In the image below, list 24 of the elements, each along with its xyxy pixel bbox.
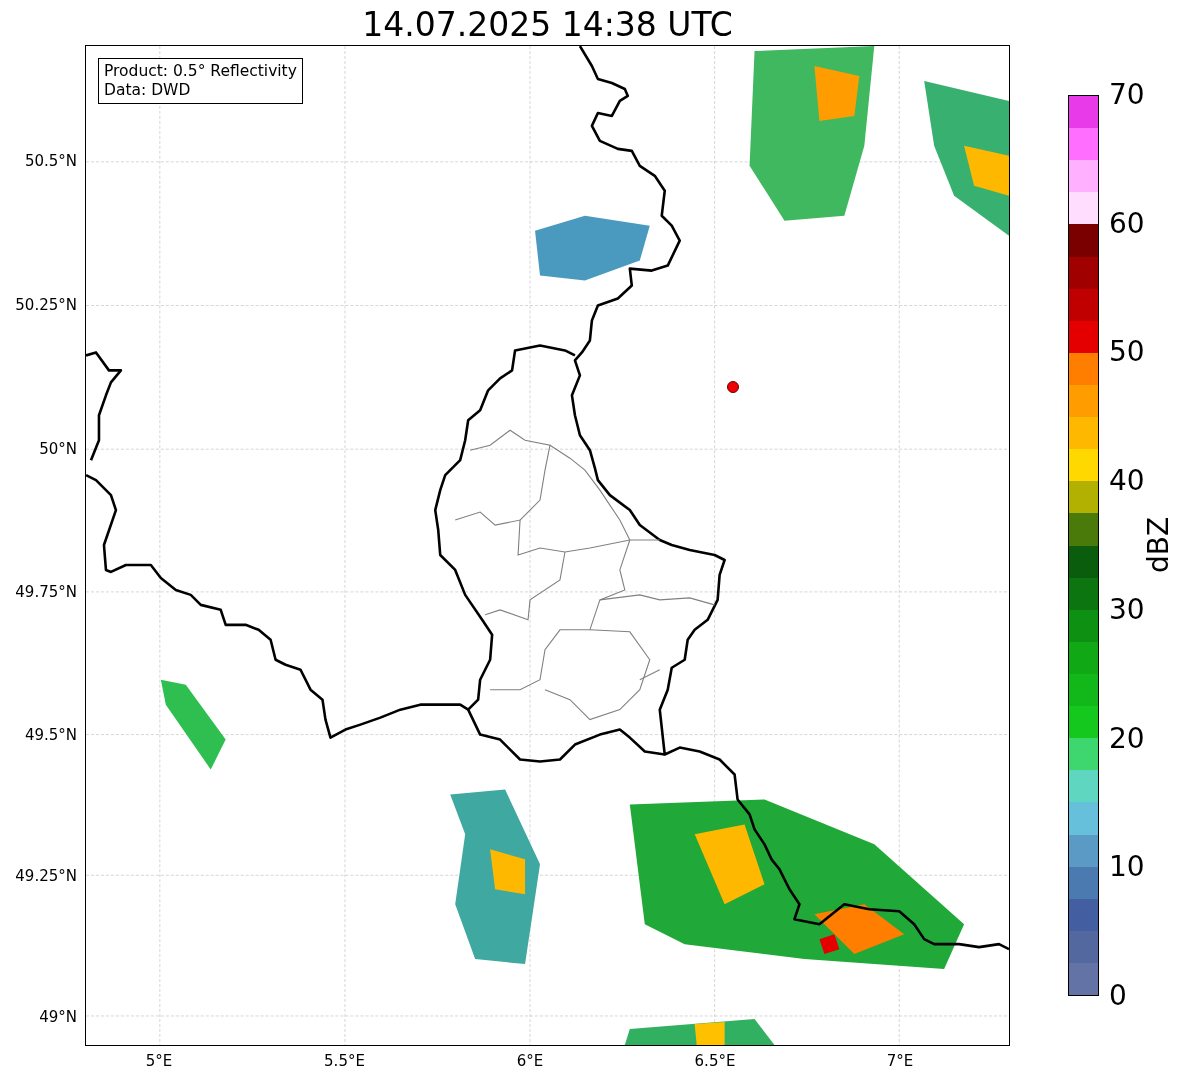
longitude-label: 5.5°E	[324, 1052, 365, 1070]
longitude-label: 7°E	[886, 1052, 914, 1070]
latitude-label: 50.25°N	[15, 296, 77, 314]
scale-label: 30	[1108, 595, 1145, 624]
scale-label: 10	[1108, 853, 1145, 882]
longitude-label: 6.5°E	[694, 1052, 736, 1070]
longitude-label: 6°E	[516, 1052, 544, 1070]
latitude-label: 49.75°N	[15, 583, 77, 601]
latitude-label: 50.5°N	[24, 152, 77, 170]
scale-label: 20	[1108, 724, 1145, 753]
latitude-label: 49°N	[39, 1008, 77, 1026]
scale-label: 40	[1108, 467, 1145, 496]
scale-label: 0	[1108, 982, 1127, 1010]
latitude-label: 49.25°N	[15, 867, 77, 885]
scale-label: 60	[1108, 209, 1145, 238]
latitude-label: 49.5°N	[24, 726, 77, 744]
longitude-label: 5°E	[145, 1052, 173, 1070]
info-text: Data: DWD	[104, 81, 192, 100]
scale-label: 50	[1108, 338, 1145, 367]
latitude-label: 50°N	[39, 440, 77, 458]
scale-label: 70	[1108, 81, 1145, 109]
unit-label: dBZ	[1141, 516, 1175, 574]
info-text: Product: 0.5° Reflectivity	[104, 62, 297, 81]
chart-title: 14.07.2025 14:38 UTC	[361, 8, 734, 45]
